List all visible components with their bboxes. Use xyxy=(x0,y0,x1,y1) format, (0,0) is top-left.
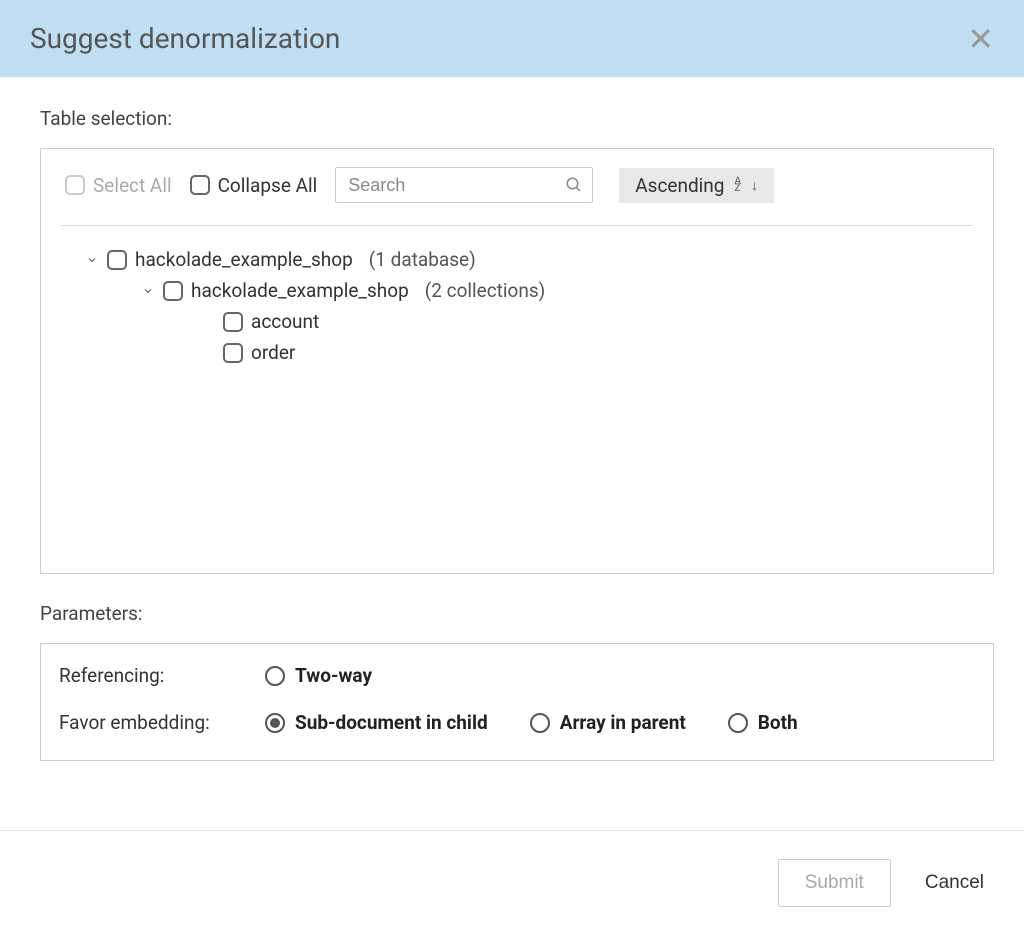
tree-row-collection[interactable]: order xyxy=(61,337,973,368)
dialog-body: Table selection: Select All Collapse All… xyxy=(0,77,1024,761)
tree-db-name: hackolade_example_shop xyxy=(191,279,409,302)
tree-collection-name: account xyxy=(251,310,319,333)
tree-checkbox-collection-order[interactable] xyxy=(223,343,243,363)
favor-embedding-label: Favor embedding: xyxy=(59,711,265,734)
tree-row-db[interactable]: hackolade_example_shop (2 collections) xyxy=(61,275,973,306)
tree-row-collection[interactable]: account xyxy=(61,306,973,337)
close-icon[interactable]: ✕ xyxy=(967,23,994,55)
dialog-header: Suggest denormalization ✕ xyxy=(0,0,1024,77)
table-selection-box: Select All Collapse All Ascending AZ ↓ xyxy=(40,148,994,574)
tree-root-name: hackolade_example_shop xyxy=(135,248,353,271)
radio-input[interactable] xyxy=(728,713,748,733)
radio-both[interactable]: Both xyxy=(728,711,798,734)
tree-db-suffix: (2 collections) xyxy=(425,279,546,302)
collapse-all-wrap[interactable]: Collapse All xyxy=(190,174,318,197)
collapse-all-checkbox[interactable] xyxy=(190,175,210,195)
tree-checkbox-collection-account[interactable] xyxy=(223,312,243,332)
sort-arrow-icon: ↓ xyxy=(751,177,758,194)
collapse-all-label: Collapse All xyxy=(218,174,318,197)
search-icon xyxy=(565,176,583,194)
radio-label: Both xyxy=(758,711,798,734)
tree-row-root[interactable]: hackolade_example_shop (1 database) xyxy=(61,244,973,275)
parameters-box: Referencing: Two-way Favor embedding: Su… xyxy=(40,643,994,761)
dialog-footer: Submit Cancel xyxy=(0,830,1024,935)
radio-label: Array in parent xyxy=(560,711,686,734)
dialog-title: Suggest denormalization xyxy=(30,22,340,55)
tree-checkbox-root[interactable] xyxy=(107,250,127,270)
parameters-label: Parameters: xyxy=(40,602,994,625)
tree-root-suffix: (1 database) xyxy=(369,248,476,271)
tree-checkbox-db[interactable] xyxy=(163,281,183,301)
radio-array-parent[interactable]: Array in parent xyxy=(530,711,686,734)
radio-input[interactable] xyxy=(265,666,285,686)
table-selection-label: Table selection: xyxy=(40,107,994,130)
select-all-label: Select All xyxy=(93,174,172,197)
referencing-label: Referencing: xyxy=(59,664,265,687)
table-selection-toolbar: Select All Collapse All Ascending AZ ↓ xyxy=(61,167,973,226)
radio-input[interactable] xyxy=(530,713,550,733)
search-wrap xyxy=(335,167,593,203)
select-all-checkbox[interactable] xyxy=(65,175,85,195)
cancel-button[interactable]: Cancel xyxy=(925,872,984,894)
submit-button[interactable]: Submit xyxy=(778,859,891,907)
referencing-radio-group: Two-way xyxy=(265,664,372,687)
radio-label: Sub-document in child xyxy=(295,711,488,734)
chevron-down-icon[interactable] xyxy=(141,285,155,297)
radio-label: Two-way xyxy=(295,664,372,687)
sort-label: Ascending xyxy=(635,174,724,197)
favor-embedding-radio-group: Sub-document in child Array in parent Bo… xyxy=(265,711,798,734)
radio-sub-document[interactable]: Sub-document in child xyxy=(265,711,488,734)
select-all-wrap[interactable]: Select All xyxy=(65,174,172,197)
param-row-referencing: Referencing: Two-way xyxy=(59,664,975,687)
sort-button[interactable]: Ascending AZ ↓ xyxy=(619,168,774,203)
tree: hackolade_example_shop (1 database) hack… xyxy=(61,244,973,368)
sort-icon: AZ xyxy=(734,178,741,192)
radio-input[interactable] xyxy=(265,713,285,733)
chevron-down-icon[interactable] xyxy=(85,254,99,266)
search-input[interactable] xyxy=(335,167,593,203)
tree-collection-name: order xyxy=(251,341,295,364)
param-row-favor-embedding: Favor embedding: Sub-document in child A… xyxy=(59,711,975,734)
radio-two-way[interactable]: Two-way xyxy=(265,664,372,687)
